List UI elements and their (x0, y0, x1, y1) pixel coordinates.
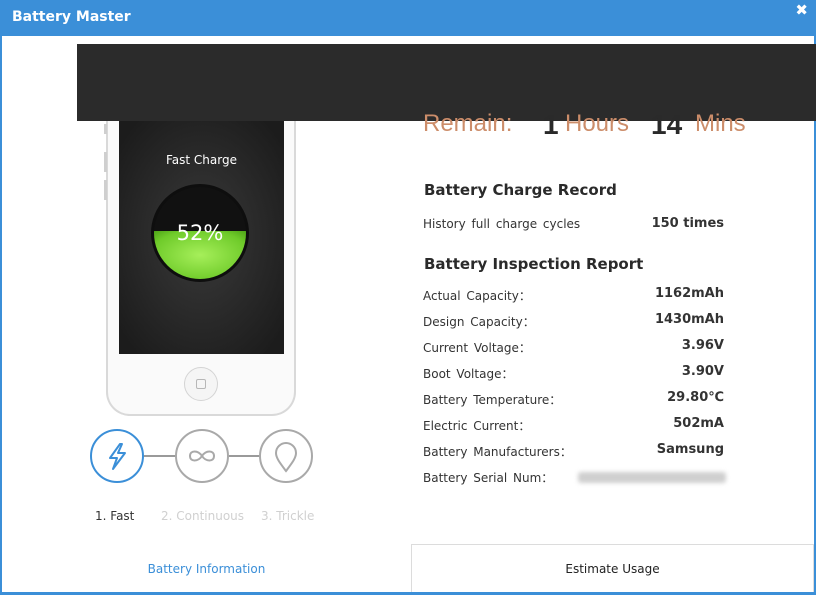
tab-battery-information[interactable]: Battery Information (2, 545, 411, 592)
battery-temperature-value: 29.80℃ (667, 390, 724, 405)
remain-label: Remain: (423, 110, 513, 137)
close-button[interactable]: ✖ (795, 2, 808, 18)
remain-mins-unit: Mins (695, 110, 746, 137)
current-voltage-value: 3.96V (681, 338, 724, 353)
battery-percent: 52% (176, 221, 224, 245)
remain-hours-value: 1 (543, 109, 559, 140)
boot-voltage-label: Boot Voltage： (423, 367, 514, 381)
home-button-square (196, 379, 206, 389)
step-connector-1 (144, 455, 176, 457)
charge-record-title: Battery Charge Record (424, 181, 617, 199)
serial-num-label: Battery Serial Num： (423, 471, 554, 485)
step-label-trickle: 3. Trickle (261, 509, 315, 523)
drop-icon (274, 441, 298, 473)
design-capacity-value: 1430mAh (654, 312, 724, 327)
phone-volume-up (104, 152, 107, 172)
remain-hours-unit: Hours (565, 110, 630, 137)
charge-mode-label: Fast Charge (166, 153, 237, 167)
phone-side-button (104, 124, 107, 134)
phone-home-button (184, 367, 218, 401)
charge-cycles-value: 150 times (651, 216, 724, 231)
step-connector-2 (229, 455, 261, 457)
infinity-icon (188, 450, 216, 462)
battery-temperature-label: Battery Temperature： (423, 393, 562, 407)
design-capacity-label: Design Capacity： (423, 315, 535, 329)
step-continuous-button[interactable] (175, 429, 229, 483)
step-trickle-button[interactable] (259, 429, 313, 483)
remain-mins-value: 14 (651, 109, 683, 140)
manufacturer-label: Battery Manufacturers： (423, 445, 572, 459)
window-border-left (0, 36, 2, 595)
step-fast-button[interactable] (90, 429, 144, 483)
electric-current-value: 502mA (673, 416, 724, 431)
current-voltage-label: Current Voltage： (423, 341, 531, 355)
charge-cycles-label: History full charge cycles (423, 217, 581, 231)
serial-num-value-redacted (578, 472, 726, 483)
step-label-fast: 1. Fast (95, 509, 135, 523)
step-label-continuous: 2. Continuous (161, 509, 245, 523)
lightning-icon (109, 443, 126, 470)
inspection-report-title: Battery Inspection Report (424, 255, 644, 273)
boot-voltage-value: 3.90V (681, 364, 724, 379)
title-bar: Battery Master ✖ (0, 0, 816, 36)
electric-current-label: Electric Current： (423, 419, 531, 433)
phone-volume-down (104, 180, 107, 200)
battery-gauge: 52% (151, 184, 249, 282)
actual-capacity-label: Actual Capacity： (423, 289, 531, 303)
tab-estimate-usage[interactable]: Estimate Usage (411, 544, 814, 592)
window-title: Battery Master (12, 9, 131, 25)
actual-capacity-value: 1162mAh (654, 286, 724, 301)
manufacturer-value: Samsung (656, 442, 724, 457)
